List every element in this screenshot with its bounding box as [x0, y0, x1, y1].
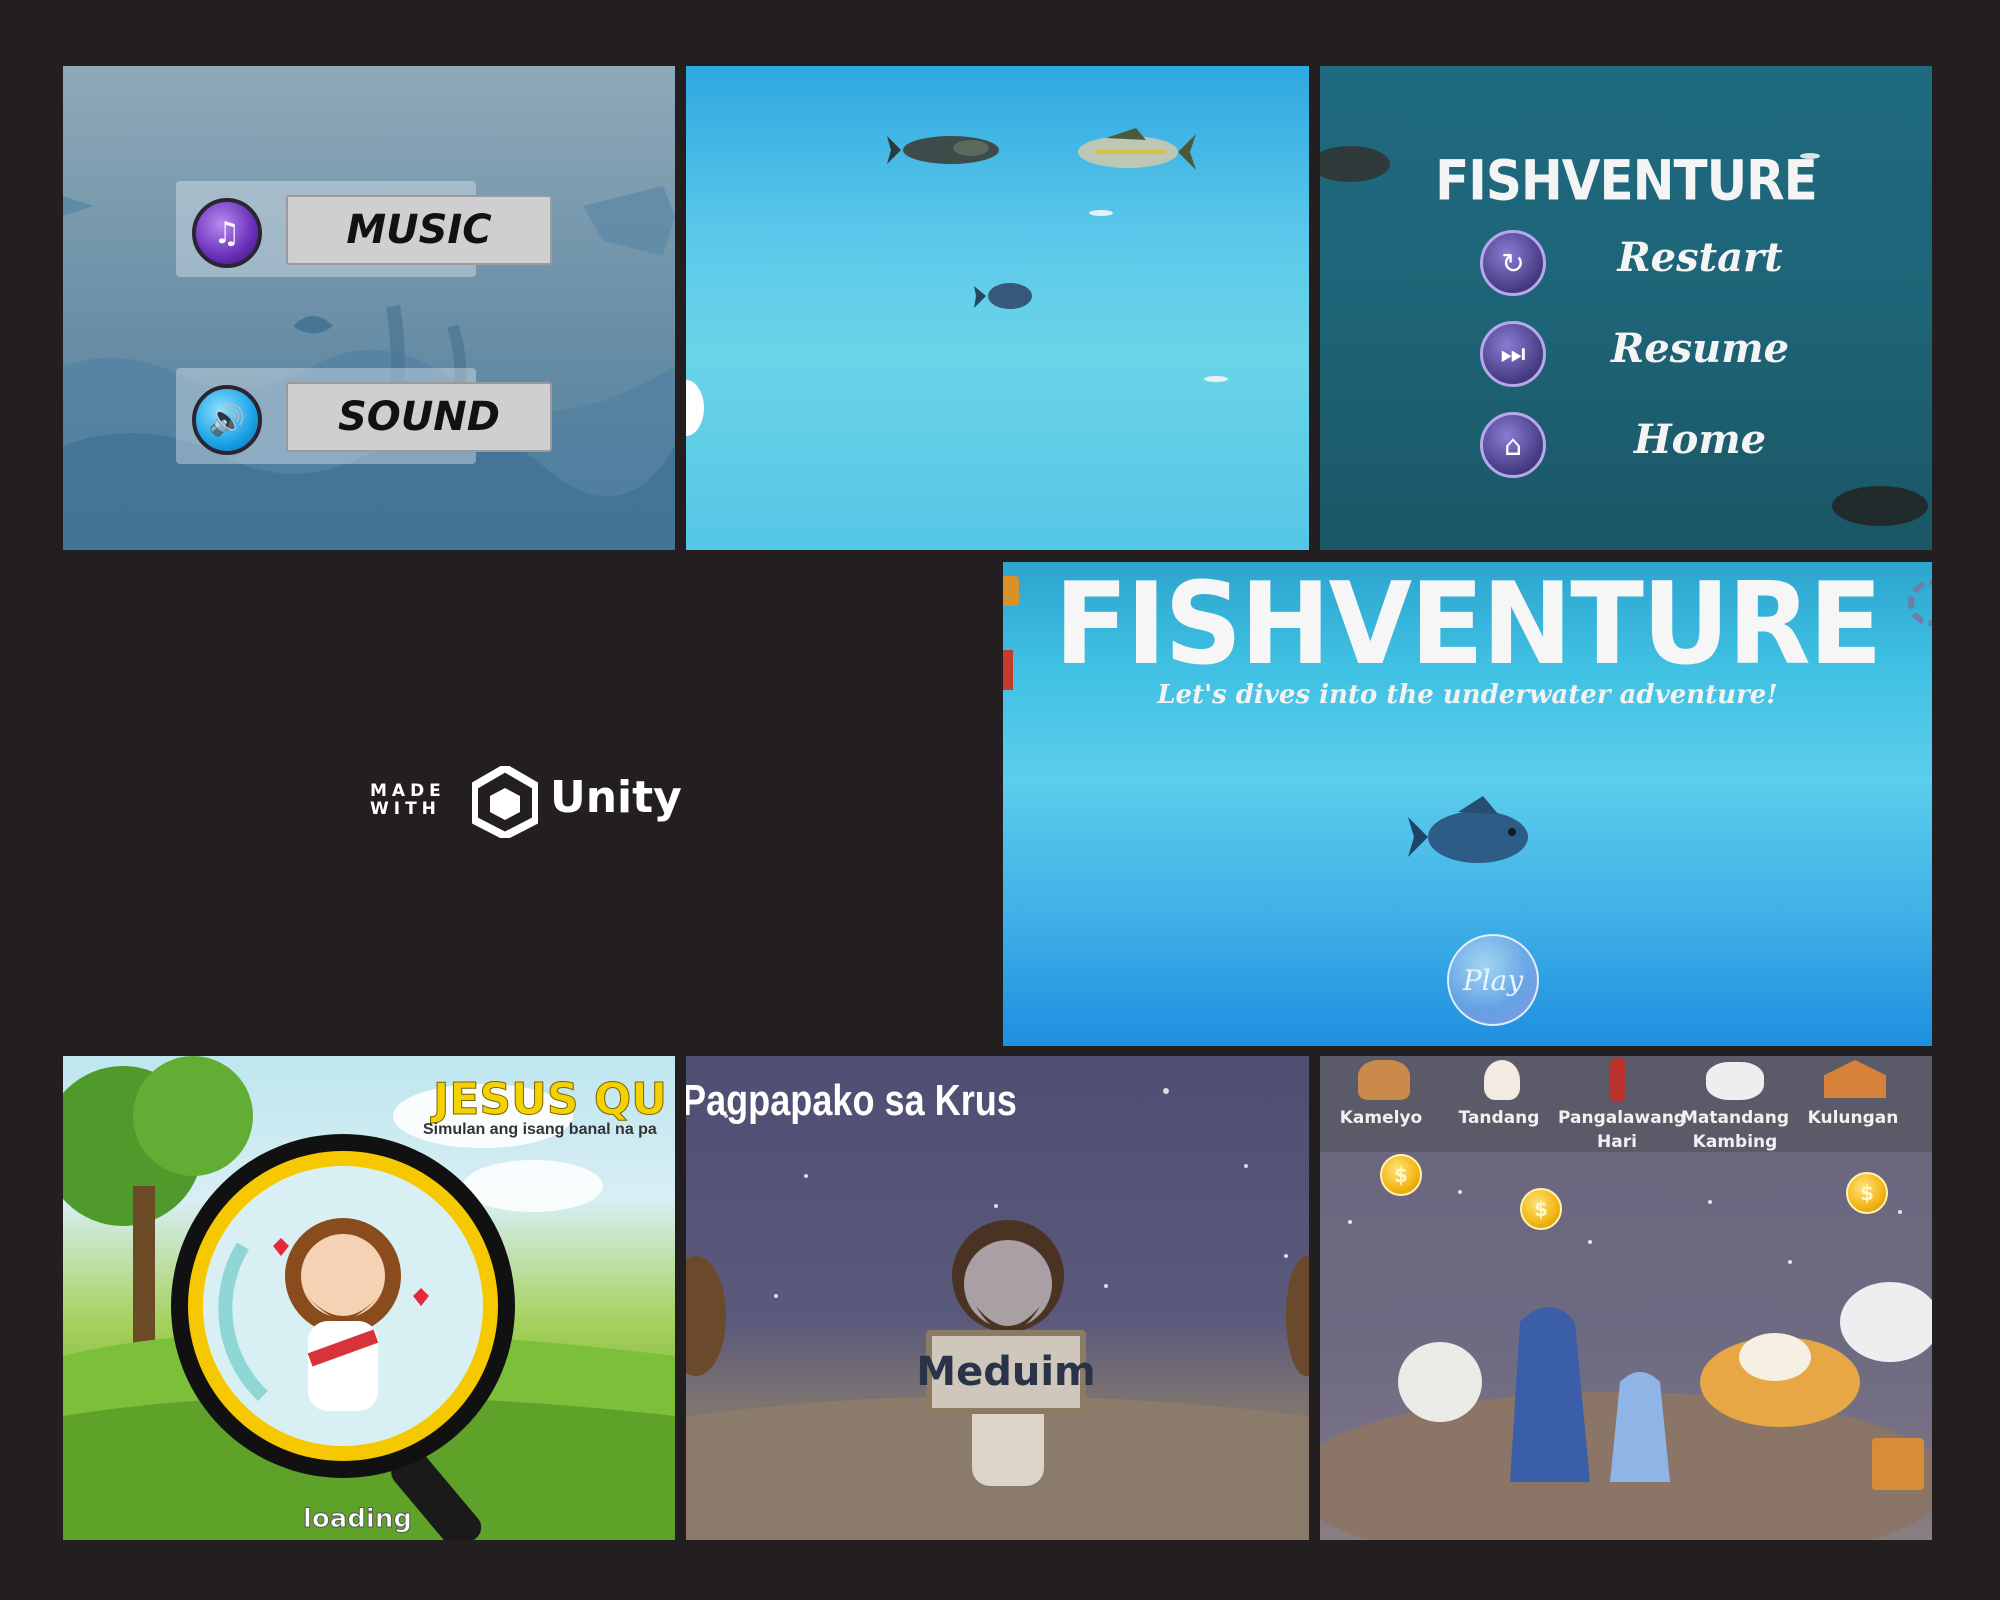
- loading-label: loading: [303, 1504, 413, 1535]
- gameplay-panel: [686, 66, 1309, 550]
- restart-menu-item[interactable]: ↻ Restart: [1480, 230, 1860, 300]
- resume-label[interactable]: Resume: [1580, 325, 1820, 372]
- made-with-unity-badge: MADE WITH Unity: [370, 760, 690, 850]
- small-fish-sprite: [974, 283, 1032, 309]
- blue-fish-sprite: [1408, 796, 1528, 863]
- music-setting-row: ♫ MUSIC: [176, 181, 552, 277]
- home-icon[interactable]: ⌂: [1480, 412, 1546, 478]
- loading-screen-panel: JESUS QU Simulan ang isang banal na pa l…: [63, 1056, 675, 1540]
- with-label: WITH: [370, 799, 441, 819]
- stable-icon: [1824, 1060, 1886, 1098]
- magnifying-glass-loader: [171, 1134, 515, 1540]
- resume-menu-item[interactable]: ⏭ Resume: [1480, 321, 1860, 391]
- quiz-title: JESUS QU: [433, 1074, 668, 1126]
- home-menu-item[interactable]: ⌂ Home: [1480, 412, 1860, 482]
- shop-item-kamelyo[interactable]: Kamelyo: [1322, 1056, 1440, 1152]
- speaker-icon[interactable]: 🔊: [192, 385, 262, 455]
- rooster-icon: [1484, 1060, 1520, 1100]
- pause-title: FISHVENTURE: [1435, 149, 1818, 213]
- tiny-fish-sprite: [1204, 376, 1228, 382]
- shop-panel: Kamelyo Tandang Pangalawang Hari Matanda…: [1320, 1056, 1932, 1540]
- camel-icon: [1358, 1060, 1410, 1100]
- angel-figure: [1610, 1372, 1670, 1482]
- sound-toggle-button[interactable]: SOUND: [286, 382, 552, 452]
- shop-item-kulungan[interactable]: Kulungan: [1794, 1056, 1912, 1152]
- edit-icon: [1872, 1438, 1924, 1490]
- difficulty-sign[interactable]: Meduim: [916, 1330, 1096, 1414]
- title-screen-panel: FISHVENTURE Let's dives into the underwa…: [1003, 562, 1932, 1046]
- shop-item-matandang-kambing[interactable]: Matandang Kambing: [1676, 1056, 1794, 1152]
- game-title: FISHVENTURE: [1054, 562, 1882, 691]
- sound-setting-row: 🔊 SOUND: [176, 368, 552, 464]
- home-label[interactable]: Home: [1580, 416, 1820, 463]
- settings-panel: ♫ MUSIC 🔊 SOUND: [63, 66, 675, 550]
- shop-item-tandang[interactable]: Tandang: [1440, 1056, 1558, 1152]
- shop-item-pangalawang-hari[interactable]: Pangalawang Hari: [1558, 1056, 1686, 1152]
- goat-icon: [1706, 1062, 1764, 1100]
- resume-icon[interactable]: ⏭: [1480, 321, 1546, 387]
- shop-item-bar: Kamelyo Tandang Pangalawang Hari Matanda…: [1320, 1056, 1932, 1152]
- nativity-scene: [1320, 1190, 1932, 1540]
- restart-label[interactable]: Restart: [1580, 234, 1820, 281]
- night-stage-background: [686, 1088, 1309, 1540]
- underwater-silhouette-background: [63, 186, 675, 550]
- unity-brand-label: Unity: [550, 772, 682, 823]
- shop-item-label: Tandang: [1458, 1108, 1540, 1128]
- restart-icon[interactable]: ↻: [1480, 230, 1546, 296]
- lamb-figure: [1398, 1342, 1482, 1422]
- shop-item-label: Kulungan: [1807, 1108, 1899, 1128]
- made-label: MADE: [370, 781, 446, 801]
- fish-sprite-1: [887, 136, 999, 164]
- play-button[interactable]: Play: [1447, 934, 1539, 1026]
- gameplay-scene: [686, 128, 1228, 436]
- shop-item-label: Matandang Kambing: [1680, 1108, 1789, 1152]
- side-bubble: [686, 380, 704, 436]
- game-subtitle: Let's dives into the underwater adventur…: [1157, 680, 1778, 710]
- music-note-icon[interactable]: ♫: [192, 198, 262, 268]
- pause-menu-panel: FISHVENTURE ↻ Restart ⏭ Resume ⌂ Home: [1320, 66, 1932, 550]
- tiny-fish-sprite: [1089, 210, 1113, 216]
- mary-figure: [1510, 1307, 1590, 1482]
- music-toggle-button[interactable]: MUSIC: [286, 195, 552, 265]
- level-title: Pagpapako sa Krus: [686, 1076, 1017, 1125]
- level-select-panel: Pagpapako sa Krus Meduim: [686, 1056, 1309, 1540]
- shop-item-label: Kamelyo: [1339, 1108, 1423, 1128]
- unity-logo-icon: [472, 766, 538, 838]
- shop-item-label: Pangalawang Hari: [1558, 1108, 1686, 1152]
- fish-sprite-2: [1078, 128, 1196, 170]
- king-icon: [1610, 1058, 1626, 1102]
